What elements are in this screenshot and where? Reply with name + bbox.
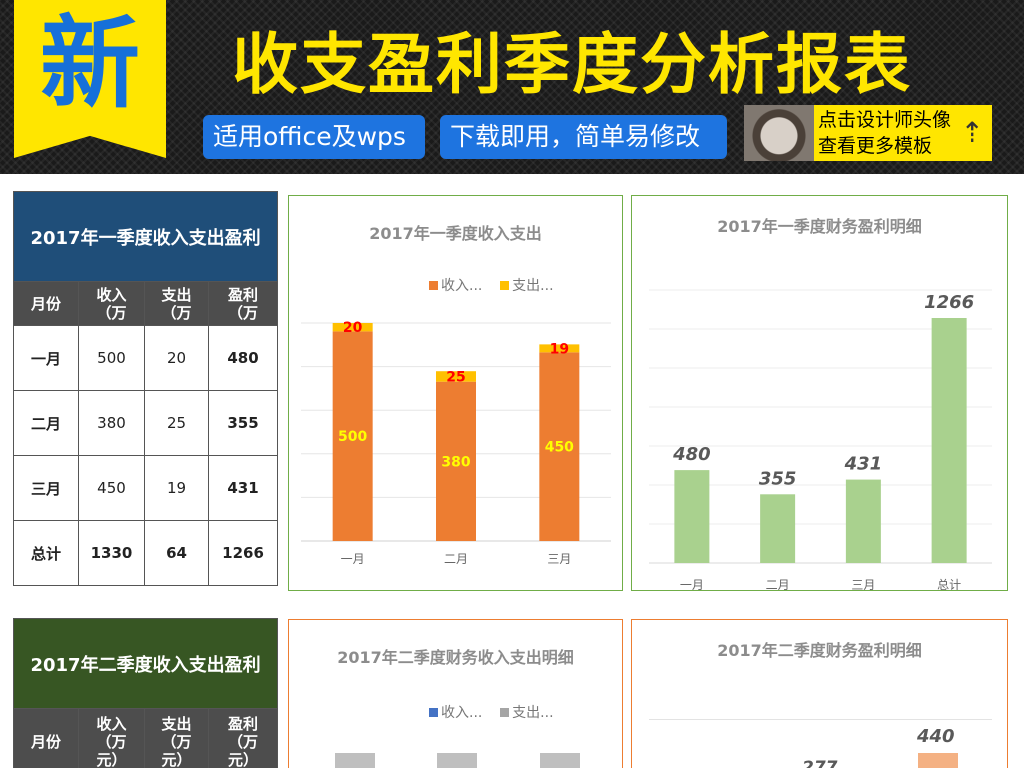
- table-cell: 19: [144, 455, 209, 521]
- table-row: 二月 380 25 355: [13, 390, 279, 456]
- q1-income-expense-card: 2017年一季度收入支出 收入... 支出... 500 20 一月 380 25 二月 4…: [288, 195, 623, 591]
- x-tick-label: 一月: [341, 552, 365, 566]
- legend-expense: 支出...: [512, 705, 554, 721]
- q2-income-expense-legend: 收入... 支出...: [429, 702, 554, 722]
- q2-total-label: 440: [917, 726, 955, 747]
- arrow-up-icon: ⇡: [960, 116, 984, 149]
- table-header-cell: 收入 （万: [78, 281, 145, 326]
- q2-bar-top-1: [335, 753, 375, 768]
- x-tick-label: 一月: [680, 578, 704, 590]
- legend-swatch-expense: [500, 708, 510, 717]
- table-cell: 三月: [13, 455, 79, 521]
- data-label: 19: [550, 341, 569, 357]
- q1-profit-card: 2017年一季度财务盈利明细 480 一月 355 二月 431 三月 1266 总计: [631, 195, 1008, 591]
- x-tick-label: 三月: [547, 552, 571, 566]
- x-tick-label: 二月: [444, 552, 468, 566]
- easy-edit-tag: 下载即用，简单易修改: [440, 115, 727, 159]
- table-cell: 380: [78, 390, 145, 456]
- x-tick-label: 二月: [766, 578, 790, 590]
- table-cell: 一月: [13, 325, 79, 391]
- table-cell: 二月: [13, 390, 79, 456]
- table-header-cell: 盈利 （万 元）: [207, 708, 279, 768]
- table-header-cell: 支出 （万: [144, 281, 209, 326]
- q2-income-expense-title: 2017年二季度财务收入支出明细: [337, 648, 574, 667]
- table-header-cell: 收入 （万 元）: [78, 708, 145, 768]
- q2-income-expense-card: 2017年二季度财务收入支出明细 收入... 支出...: [288, 619, 623, 768]
- gridline: [649, 719, 992, 720]
- table-cell: 20: [144, 325, 209, 391]
- table-cell: 431: [207, 455, 279, 521]
- q2-partial-label: 277: [802, 758, 838, 768]
- table-header-cell: 月份: [13, 281, 79, 326]
- data-label: 25: [446, 369, 465, 385]
- table-cell: 480: [207, 325, 279, 391]
- table-cell: 25: [144, 390, 209, 456]
- data-label: 20: [343, 320, 363, 336]
- profit-bar: [931, 318, 967, 563]
- q1-table: 2017年一季度收入支出盈利 月份 收入 （万 支出 （万 盈利 （万 一月 500 20 480…: [12, 191, 279, 586]
- table-header-cell: 支出 （万 元）: [144, 708, 209, 768]
- profit-bar: [760, 494, 796, 563]
- profit-bar: [845, 479, 881, 563]
- q2-profit-card: 2017年二季度财务盈利明细 277 440: [631, 619, 1008, 768]
- q1-income-expense-chart: 500 20 一月 380 25 二月 450 19 三月: [301, 320, 611, 566]
- table-header-cell: 月份: [13, 708, 79, 768]
- q2-table-caption: 2017年二季度收入支出盈利: [12, 618, 279, 709]
- data-label: 450: [545, 440, 574, 456]
- table-cell: 450: [78, 455, 145, 521]
- data-label: 431: [844, 454, 883, 475]
- table-cell: 1266: [207, 520, 279, 586]
- table-row: 总计 1330 64 1266: [13, 520, 279, 586]
- table-cell: 355: [207, 390, 279, 456]
- data-label: 480: [672, 444, 711, 465]
- new-badge: 新: [14, 0, 166, 158]
- q2-total-bar: [918, 753, 958, 768]
- x-tick-label: 总计: [937, 578, 961, 590]
- table-cell: 500: [78, 325, 145, 391]
- table-cell: 1330: [78, 520, 145, 586]
- table-row: 一月 500 20 480: [13, 325, 279, 391]
- table-row: 三月 450 19 431: [13, 455, 279, 521]
- profit-bar: [674, 470, 710, 563]
- legend-income: 收入...: [441, 705, 483, 721]
- header-banner: 新 收支盈利季度分析报表 适用office及wps 下载即用，简单易修改 点击设…: [0, 0, 1024, 174]
- designer-avatar[interactable]: [744, 105, 814, 161]
- data-label: 1266: [924, 292, 974, 313]
- q2-profit-title: 2017年二季度财务盈利明细: [717, 641, 922, 660]
- legend-swatch-income: [429, 708, 438, 717]
- q2-bar-top-3: [540, 753, 580, 768]
- data-label: 380: [441, 454, 470, 470]
- x-tick-label: 三月: [851, 578, 875, 590]
- table-header-cell: 盈利 （万: [207, 281, 279, 326]
- table-cell: 总计: [13, 520, 79, 586]
- table-cell: 64: [144, 520, 209, 586]
- q2-table: 2017年二季度收入支出盈利 月份 收入 （万 元） 支出 （万 元） 盈利 （万 元）: [12, 618, 279, 768]
- q2-bar-top-2: [437, 753, 477, 768]
- q1-table-caption: 2017年一季度收入支出盈利: [12, 191, 279, 282]
- page-title: 收支盈利季度分析报表: [232, 26, 912, 103]
- designer-promo[interactable]: 点击设计师头像 查看更多模板 ⇡: [814, 105, 992, 161]
- new-badge-text: 新: [40, 5, 140, 122]
- compat-tag: 适用office及wps: [203, 115, 425, 159]
- q1-profit-chart: 480 一月 355 二月 431 三月 1266 总计: [649, 289, 992, 590]
- data-label: 500: [338, 429, 367, 445]
- data-label: 355: [759, 468, 797, 489]
